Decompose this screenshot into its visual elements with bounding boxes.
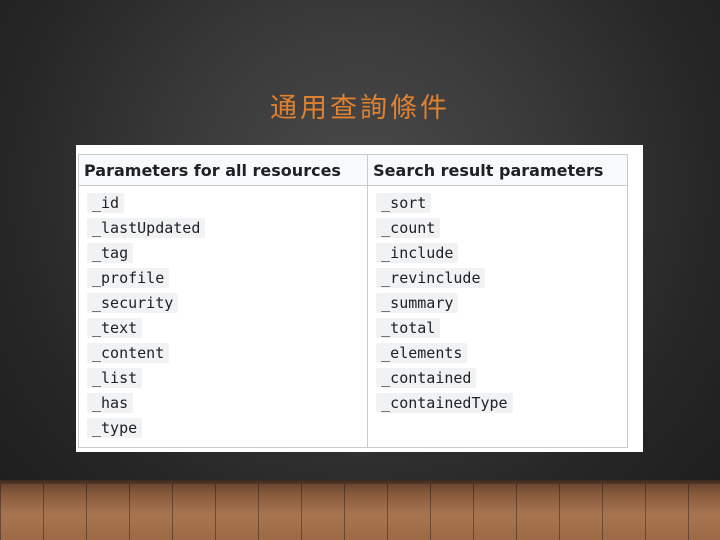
param-revinclude: _revinclude [376,268,486,288]
param-item: _profile [87,268,361,288]
param-tag: _tag [87,243,134,263]
param-security: _security [87,293,179,313]
param-item: _summary [376,293,621,313]
param-elements: _elements [376,343,468,363]
param-item: _lastUpdated [87,218,361,238]
param-list: _list [87,368,143,388]
param-id: _id [87,193,125,213]
param-summary: _summary [376,293,459,313]
param-profile: _profile [87,268,170,288]
param-item: _has [87,393,361,413]
param-item: _type [87,418,361,438]
param-item: _list [87,368,361,388]
all-resources-params-cell: _id _lastUpdated _tag _profile _security… [77,185,369,448]
param-include: _include [376,243,459,263]
slide-title: 通用查詢條件 [270,93,450,124]
search-result-params-cell: _sort _count _include _revinclude _summa… [367,185,628,448]
param-lastupdated: _lastUpdated [87,218,206,238]
param-item: _containedType [376,393,621,413]
param-count: _count [376,218,441,238]
param-item: _content [87,343,361,363]
param-item: _count [376,218,621,238]
param-content: _content [87,343,170,363]
parameters-table-image: Parameters for all resources Search resu… [76,145,643,452]
param-item: _revinclude [376,268,621,288]
table-header-row: Parameters for all resources Search resu… [77,154,628,186]
param-type: _type [87,418,143,438]
param-containedtype: _containedType [376,393,513,413]
wooden-floor [0,484,720,540]
param-item: _tag [87,243,361,263]
param-contained: _contained [376,368,477,388]
parameters-table: Parameters for all resources Search resu… [77,154,628,448]
header-all-resources: Parameters for all resources [77,154,369,186]
param-item: _contained [376,368,621,388]
param-has: _has [87,393,134,413]
param-item: _security [87,293,361,313]
param-sort: _sort [376,193,432,213]
header-search-result: Search result parameters [367,154,628,186]
param-total: _total [376,318,441,338]
param-item: _sort [376,193,621,213]
param-item: _id [87,193,361,213]
param-item: _elements [376,343,621,363]
param-item: _total [376,318,621,338]
table-body-row: _id _lastUpdated _tag _profile _security… [77,185,628,448]
param-text: _text [87,318,143,338]
param-item: _text [87,318,361,338]
param-item: _include [376,243,621,263]
